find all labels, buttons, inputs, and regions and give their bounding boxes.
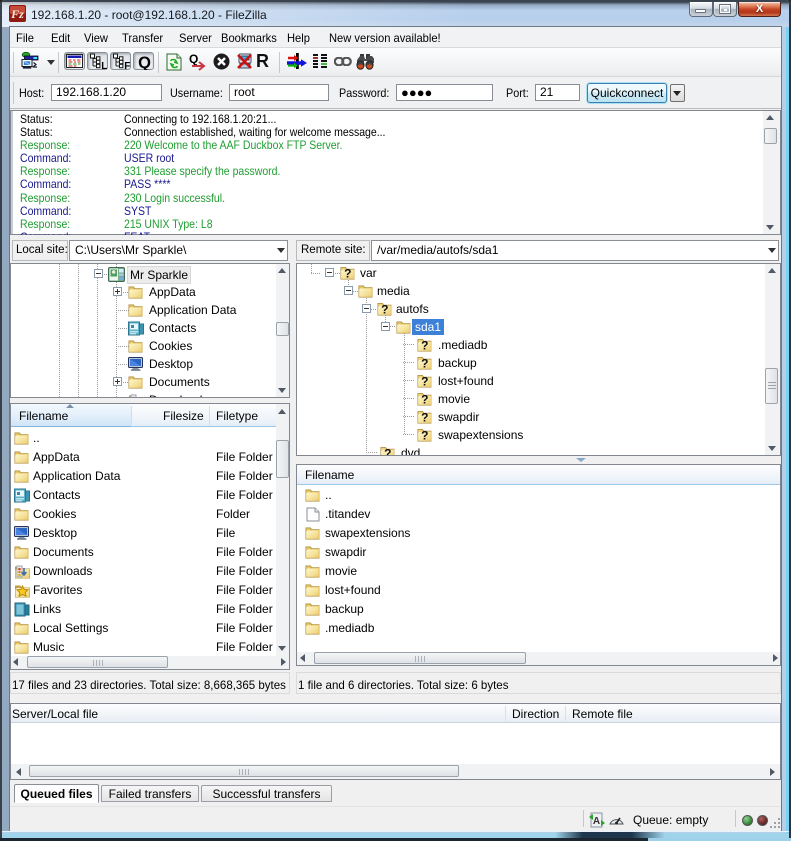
svg-text:Q: Q xyxy=(138,54,151,70)
svg-text:?: ? xyxy=(421,428,428,441)
svg-text:L: L xyxy=(101,61,107,69)
svg-text:?: ? xyxy=(421,392,428,405)
svg-text:?: ? xyxy=(421,374,428,387)
svg-text:?: ? xyxy=(384,446,391,455)
svg-text:F: F xyxy=(124,61,130,69)
svg-text:?: ? xyxy=(421,356,428,369)
svg-text:?: ? xyxy=(344,267,351,280)
svg-text:Fz: Fz xyxy=(10,7,24,21)
svg-text:Q: Q xyxy=(189,52,198,66)
svg-text:A: A xyxy=(593,816,600,827)
svg-text:?: ? xyxy=(381,303,388,316)
svg-text:?: ? xyxy=(421,338,428,351)
svg-text:?: ? xyxy=(421,410,428,423)
